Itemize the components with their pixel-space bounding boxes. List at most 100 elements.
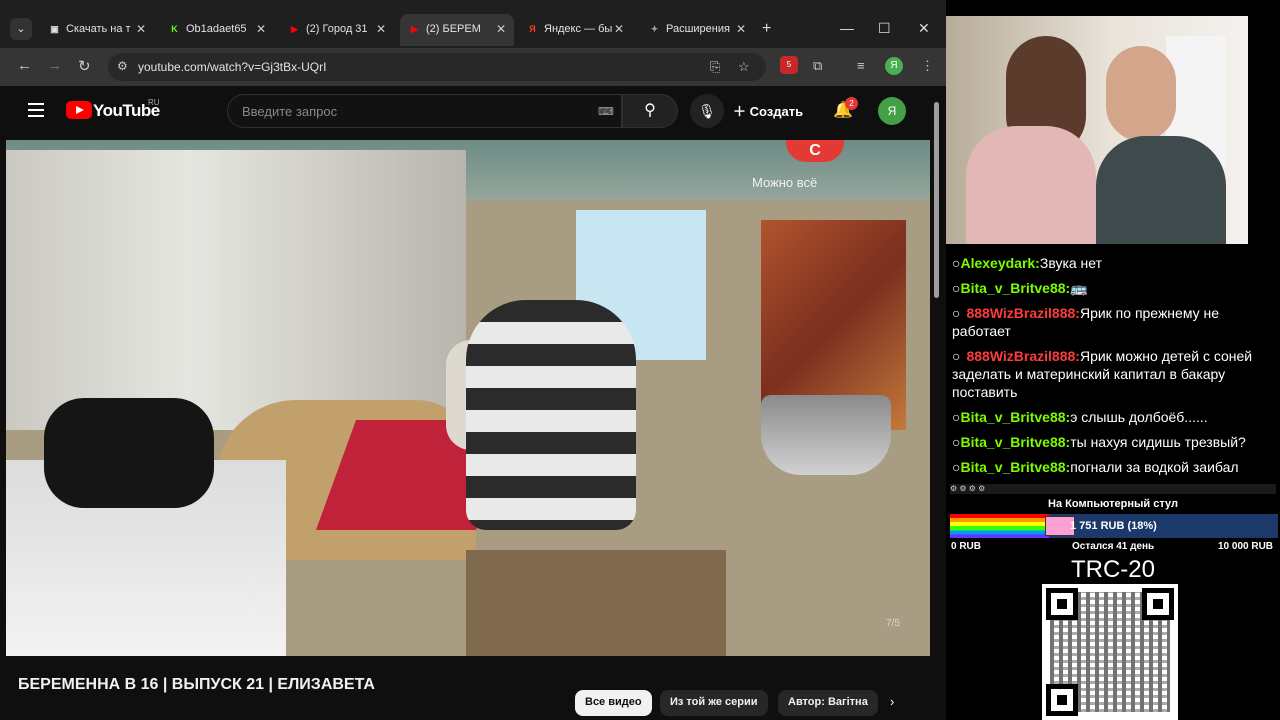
tab-search-icon[interactable]: ⌄ — [10, 18, 32, 40]
address-bar[interactable]: ⚙ youtube.com/watch?v=Gj3tBx-UQrI ⎘ ☆ — [108, 53, 766, 81]
youtube-avatar[interactable]: Я — [878, 97, 906, 125]
chevron-right-icon[interactable]: › — [890, 694, 894, 709]
chat-nickname: Alexeydark: — [960, 255, 1040, 271]
goal-progress-bar: 1 751 RUB (18%) — [950, 514, 1278, 538]
url-text[interactable]: youtube.com/watch?v=Gj3tBx-UQrI — [138, 60, 326, 74]
chip-same-series[interactable]: Из той же серии — [660, 690, 768, 716]
video-scene-man — [466, 300, 636, 530]
youtube-logo-icon[interactable] — [66, 101, 92, 119]
tab-close-icon[interactable]: ✕ — [376, 22, 386, 36]
extensions-puzzle-icon[interactable]: ⧉ — [813, 58, 822, 74]
tab-label: Скачать на т — [66, 23, 131, 35]
chip-all-videos[interactable]: Все видео — [575, 690, 652, 716]
maximize-icon[interactable]: ☐ — [878, 20, 891, 37]
browser-menu-icon[interactable]: ⋮ — [921, 58, 934, 74]
chat-message: ○Bita_v_Britve88:э слышь долбоёб...... — [952, 408, 1274, 426]
page-scrollbar-thumb[interactable] — [934, 102, 939, 298]
video-scene-curtain — [6, 150, 466, 430]
create-button[interactable]: ＋ Создать — [733, 101, 803, 120]
video-watermark: 7/5 — [886, 618, 900, 629]
chat-message: ○Bita_v_Britve88:погнали за водкой заиба… — [952, 458, 1274, 476]
chat-text: погнали за водкой заибал — [1070, 459, 1239, 475]
tab-label: (2) Город 31 — [306, 23, 368, 35]
browser-tab[interactable]: Я Яндекс — бы ✕ — [518, 14, 632, 46]
chat-message: ○ 888WizBrazil888:Ярик по прежнему не раб… — [952, 304, 1274, 340]
extension-adblock-icon[interactable]: 5 — [780, 56, 798, 74]
chip-author[interactable]: Автор: Вагітна — [778, 690, 878, 716]
browser-tab[interactable]: ▶ (2) БЕРЕМ ✕ — [400, 14, 514, 46]
chat-bullet-icon: ○ — [952, 305, 961, 321]
goal-progress-fill — [950, 514, 1049, 538]
browser-toolbar: ← → ↻ ⚙ youtube.com/watch?v=Gj3tBx-UQrI … — [0, 48, 946, 86]
region-label: RU — [148, 98, 160, 107]
chat-nickname: Bita_v_Britve88: — [960, 280, 1071, 296]
tab-favicon-icon: ▶ — [411, 24, 418, 34]
microphone-icon[interactable]: 🎙 — [690, 94, 724, 128]
browser-tab[interactable]: K Ob1adaet65 ✕ — [160, 14, 274, 46]
tab-label: Ob1adaet65 — [186, 23, 247, 35]
browser-profile-avatar[interactable]: Я — [885, 57, 903, 75]
webcam-man — [1096, 136, 1226, 244]
qr-finder-pattern — [1046, 684, 1078, 716]
chat-text: ты нахуя сидишь трезвый? — [1070, 434, 1246, 450]
media-control-icon[interactable]: ≡ — [857, 58, 865, 73]
chat-bullet-icon: ○ — [952, 348, 961, 364]
webcam-man-head — [1106, 46, 1176, 141]
crypto-network-label: TRC-20 — [1070, 556, 1155, 583]
webcam-woman — [966, 126, 1096, 244]
browser-tab[interactable]: ✦ Расширения ✕ — [640, 14, 754, 46]
plus-icon: ＋ — [733, 104, 750, 119]
chat-message: ○ 888WizBrazil888:Ярик можно детей с соне… — [952, 347, 1274, 401]
tab-close-icon[interactable]: ✕ — [136, 22, 146, 36]
chat-log: ○Alexeydark:Звука нет ○Bita_v_Britve88:🚌 ○… — [952, 254, 1274, 483]
chat-message: ○Bita_v_Britve88:ты нахуя сидишь трезвый… — [952, 433, 1274, 451]
tab-label: Расширения — [666, 23, 730, 35]
tab-label: (2) БЕРЕМ — [426, 23, 481, 35]
qr-finder-pattern — [1046, 588, 1078, 620]
chat-nickname: Bita_v_Britve88: — [960, 409, 1071, 425]
chat-message: ○Bita_v_Britve88:🚌 — [952, 279, 1274, 297]
chat-nickname: 888WizBrazil888: — [966, 305, 1080, 321]
search-input[interactable]: Введите запрос ⌨ — [227, 94, 622, 128]
bookmark-star-icon[interactable]: ☆ — [738, 59, 750, 75]
browser-window: ⌄ ▣ Скачать на т ✕ K Ob1adaet65 ✕ ▶ (2) Город 3… — [0, 0, 946, 720]
tab-close-icon[interactable]: ✕ — [256, 22, 266, 36]
hamburger-menu-icon[interactable] — [28, 103, 44, 121]
close-window-icon[interactable]: ✕ — [918, 20, 930, 37]
goal-min-label: 0 RUB — [951, 541, 982, 552]
tab-favicon-icon: K — [171, 24, 178, 34]
video-player[interactable]: С Можно всё 7/5 — [6, 140, 930, 656]
tab-favicon-icon: ✦ — [650, 24, 659, 34]
video-title: БЕРЕМЕННА В 16 | ВЫПУСК 21 | ЕЛИЗАВЕТА — [18, 676, 375, 693]
notifications-badge: 2 — [845, 97, 858, 110]
tab-close-icon[interactable]: ✕ — [614, 22, 624, 36]
stream-overlay-panel: ○Alexeydark:Звука нет ○Bita_v_Britve88:🚌 ○… — [946, 0, 1280, 720]
chat-nickname: 888WizBrazil888: — [966, 348, 1080, 364]
new-tab-button[interactable]: + — [762, 20, 771, 38]
browser-tab[interactable]: ▣ Скачать на т ✕ — [40, 14, 154, 46]
forward-icon[interactable]: → — [47, 57, 62, 74]
donation-qr-code — [1042, 584, 1178, 720]
minimize-icon[interactable]: — — [840, 20, 854, 36]
browser-tab[interactable]: ▶ (2) Город 31 ✕ — [280, 14, 394, 46]
video-scene-bag — [44, 398, 214, 508]
back-icon[interactable]: ← — [17, 57, 32, 74]
site-info-icon[interactable]: ⚙ — [117, 59, 128, 73]
chat-nickname: Bita_v_Britve88: — [960, 459, 1071, 475]
install-app-icon[interactable]: ⎘ — [710, 59, 720, 75]
tab-label: Яндекс — бы — [544, 23, 613, 35]
chat-message: ○Alexeydark:Звука нет — [952, 254, 1274, 272]
goal-widget-topbar: ⚙ ⚙ ⚙ ⚙ — [950, 484, 1276, 494]
channel-slogan-overlay: Можно всё — [752, 175, 818, 190]
reload-icon[interactable]: ↻ — [78, 57, 91, 75]
tab-close-icon[interactable]: ✕ — [736, 22, 746, 36]
search-placeholder: Введите запрос — [242, 104, 338, 119]
tab-close-icon[interactable]: ✕ — [496, 22, 506, 36]
keyboard-icon[interactable]: ⌨ — [598, 105, 614, 118]
search-button[interactable]: ⚲ — [622, 94, 678, 128]
chat-text: э слышь долбоёб...... — [1070, 409, 1208, 425]
tab-favicon-icon: ▣ — [50, 24, 59, 34]
chat-nickname: Bita_v_Britve88: — [960, 434, 1071, 450]
video-scene-pot — [761, 395, 891, 475]
goal-max-label: 10 000 RUB — [1218, 541, 1274, 552]
